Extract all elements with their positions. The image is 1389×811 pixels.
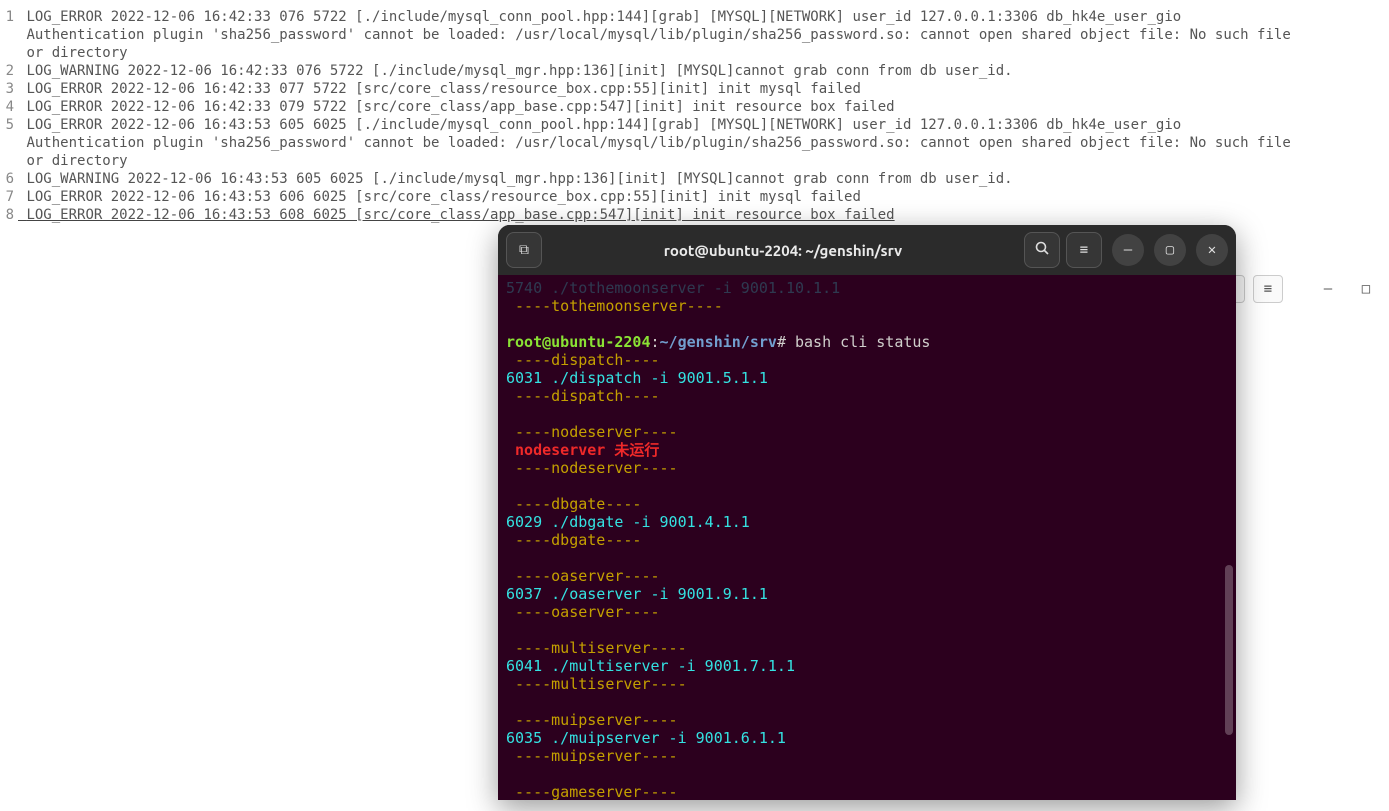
minimize-icon: — xyxy=(1324,281,1332,297)
terminal-line: ----multiserver---- xyxy=(506,675,1228,693)
terminal-line: ----dbgate---- xyxy=(506,495,1228,513)
log-line: 2 LOG_WARNING 2022-12-06 16:42:33 076 57… xyxy=(4,62,1385,80)
terminal-line: ----dbgate---- xyxy=(506,531,1228,549)
log-line: 4 LOG_ERROR 2022-12-06 16:42:33 079 5722… xyxy=(4,98,1385,116)
line-number: 1 xyxy=(4,8,18,26)
log-text: Authentication plugin 'sha256_password' … xyxy=(18,134,1385,152)
terminal-title: root@ubuntu-2204: ~/genshin/srv xyxy=(548,242,1018,259)
terminal-line xyxy=(506,693,1228,711)
line-number: 3 xyxy=(4,80,18,98)
terminal-line: ----oaserver---- xyxy=(506,567,1228,585)
terminal-line: 6041 ./multiserver -i 9001.7.1.1 xyxy=(506,657,1228,675)
terminal-line: ----dispatch---- xyxy=(506,351,1228,369)
log-viewer: 1 LOG_ERROR 2022-12-06 16:42:33 076 5722… xyxy=(0,0,1389,232)
terminal-line: 6031 ./dispatch -i 9001.5.1.1 xyxy=(506,369,1228,387)
terminal-search-button[interactable] xyxy=(1024,232,1060,268)
log-line: 6 LOG_WARNING 2022-12-06 16:43:53 605 60… xyxy=(4,170,1385,188)
minimize-icon: — xyxy=(1124,242,1132,258)
terminal-titlebar[interactable]: ⧉ root@ubuntu-2204: ~/genshin/srv ≡ — ▢ … xyxy=(498,225,1236,275)
line-number: 5 xyxy=(4,116,18,134)
line-number xyxy=(4,44,18,62)
toolbar-menu-button[interactable]: ≡ xyxy=(1253,275,1283,303)
terminal-line: ----multiserver---- xyxy=(506,639,1228,657)
line-number xyxy=(4,134,18,152)
log-text: or directory xyxy=(18,152,1385,170)
terminal-menu-button[interactable]: ≡ xyxy=(1066,232,1102,268)
line-number xyxy=(4,152,18,170)
log-text: LOG_ERROR 2022-12-06 16:42:33 076 5722 [… xyxy=(18,8,1385,26)
terminal-line: ----nodeserver---- xyxy=(506,459,1228,477)
log-line: Authentication plugin 'sha256_password' … xyxy=(4,134,1385,152)
terminal-line: ----dispatch---- xyxy=(506,387,1228,405)
log-text: Authentication plugin 'sha256_password' … xyxy=(18,26,1385,44)
log-text: LOG_ERROR 2022-12-06 16:42:33 079 5722 [… xyxy=(18,98,1385,116)
log-text: LOG_ERROR 2022-12-06 16:43:53 608 6025 [… xyxy=(18,206,1385,224)
new-tab-icon: ⧉ xyxy=(519,242,529,258)
log-text: or directory xyxy=(18,44,1385,62)
terminal-line: ----oaserver---- xyxy=(506,603,1228,621)
search-icon xyxy=(1034,240,1050,260)
terminal-line: ----muipserver---- xyxy=(506,711,1228,729)
window-maximize-button[interactable]: □ xyxy=(1351,275,1381,303)
terminal-line: ----nodeserver---- xyxy=(506,423,1228,441)
terminal-line: ----gameserver---- xyxy=(506,783,1228,800)
log-line: 7 LOG_ERROR 2022-12-06 16:43:53 606 6025… xyxy=(4,188,1385,206)
close-icon: ✕ xyxy=(1208,242,1216,258)
line-number: 4 xyxy=(4,98,18,116)
line-number: 6 xyxy=(4,170,18,188)
log-line: 1 LOG_ERROR 2022-12-06 16:42:33 076 5722… xyxy=(4,8,1385,26)
terminal-line: 5740 ./tothemoonserver -i 9001.10.1.1 xyxy=(506,279,1228,297)
terminal-close-button[interactable]: ✕ xyxy=(1196,234,1228,266)
terminal-line xyxy=(506,765,1228,783)
terminal-line: 6029 ./dbgate -i 9001.4.1.1 xyxy=(506,513,1228,531)
window-minimize-button[interactable]: — xyxy=(1313,275,1343,303)
terminal-line: ----tothemoonserver---- xyxy=(506,297,1228,315)
terminal-line: ----muipserver---- xyxy=(506,747,1228,765)
log-text: LOG_ERROR 2022-12-06 16:43:53 605 6025 [… xyxy=(18,116,1385,134)
terminal-line xyxy=(506,621,1228,639)
terminal-line: 6035 ./muipserver -i 9001.6.1.1 xyxy=(506,729,1228,747)
terminal-body[interactable]: 5740 ./tothemoonserver -i 9001.10.1.1 --… xyxy=(498,275,1236,800)
terminal-line xyxy=(506,477,1228,495)
hamburger-icon: ≡ xyxy=(1080,242,1088,258)
line-number xyxy=(4,26,18,44)
log-line: Authentication plugin 'sha256_password' … xyxy=(4,26,1385,44)
terminal-window: ⧉ root@ubuntu-2204: ~/genshin/srv ≡ — ▢ … xyxy=(498,225,1236,800)
terminal-line: root@ubuntu-2204:~/genshin/srv# bash cli… xyxy=(506,333,1228,351)
terminal-line xyxy=(506,549,1228,567)
line-number: 7 xyxy=(4,188,18,206)
log-line: or directory xyxy=(4,152,1385,170)
log-text: LOG_WARNING 2022-12-06 16:42:33 076 5722… xyxy=(18,62,1385,80)
terminal-minimize-button[interactable]: — xyxy=(1112,234,1144,266)
maximize-icon: □ xyxy=(1362,281,1370,297)
line-number: 2 xyxy=(4,62,18,80)
terminal-line xyxy=(506,315,1228,333)
log-text: LOG_ERROR 2022-12-06 16:42:33 077 5722 [… xyxy=(18,80,1385,98)
terminal-line xyxy=(506,405,1228,423)
terminal-line: nodeserver 未运行 xyxy=(506,441,1228,459)
maximize-icon: ▢ xyxy=(1166,242,1174,258)
log-line: 8 LOG_ERROR 2022-12-06 16:43:53 608 6025… xyxy=(4,206,1385,224)
terminal-line: 6037 ./oaserver -i 9001.9.1.1 xyxy=(506,585,1228,603)
log-text: LOG_ERROR 2022-12-06 16:43:53 606 6025 [… xyxy=(18,188,1385,206)
log-text: LOG_WARNING 2022-12-06 16:43:53 605 6025… xyxy=(18,170,1385,188)
line-number: 8 xyxy=(4,206,18,224)
log-line: or directory xyxy=(4,44,1385,62)
hamburger-icon: ≡ xyxy=(1264,281,1272,297)
log-line: 3 LOG_ERROR 2022-12-06 16:42:33 077 5722… xyxy=(4,80,1385,98)
terminal-maximize-button[interactable]: ▢ xyxy=(1154,234,1186,266)
scrollbar-thumb[interactable] xyxy=(1225,565,1233,735)
log-line: 5 LOG_ERROR 2022-12-06 16:43:53 605 6025… xyxy=(4,116,1385,134)
new-tab-button[interactable]: ⧉ xyxy=(506,232,542,268)
